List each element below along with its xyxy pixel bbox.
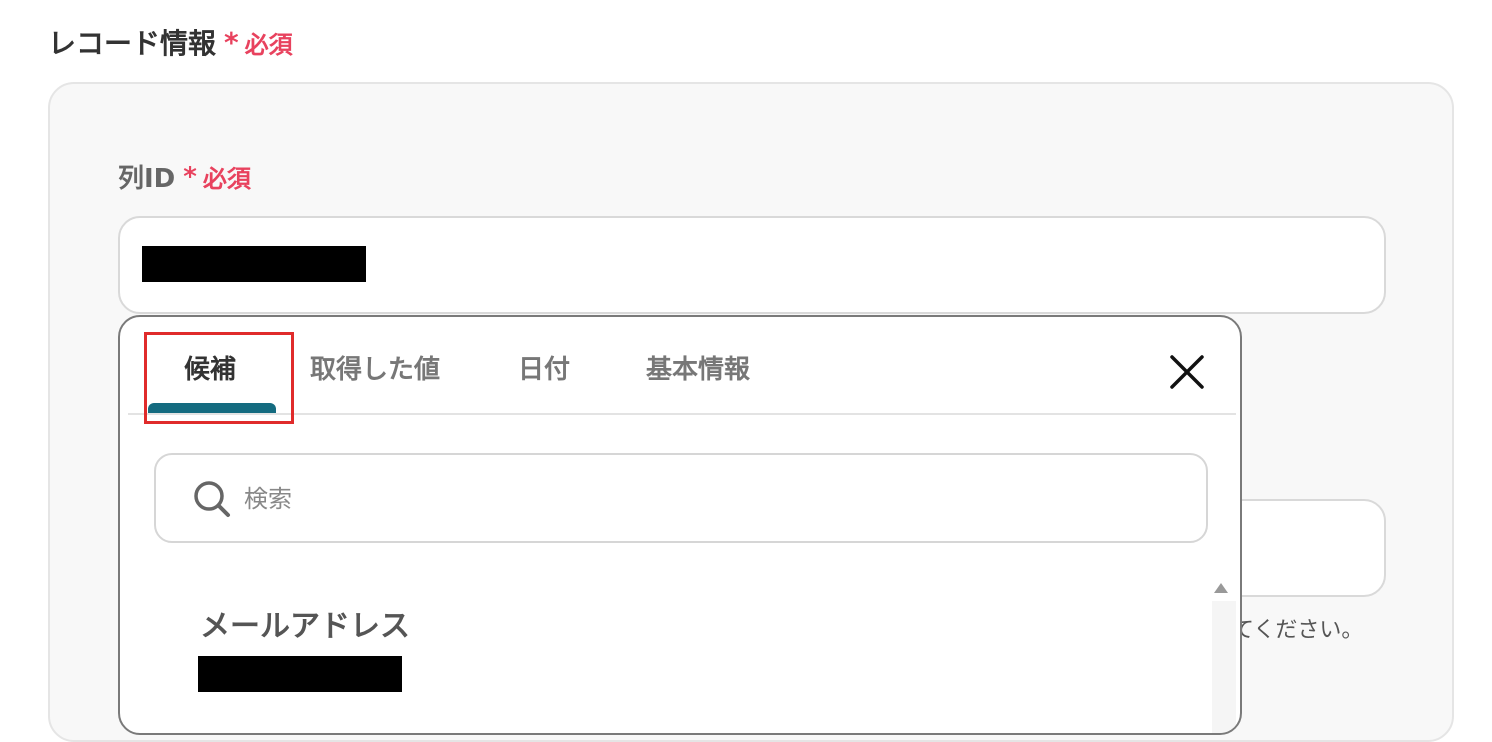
column-id-input[interactable]	[118, 216, 1386, 314]
section-title-text: レコード情報	[48, 27, 217, 60]
close-icon[interactable]	[1166, 351, 1210, 395]
suggestion-popup: 候補 取得した値 日付 基本情報 メールアドレス	[118, 315, 1242, 735]
tab-acquired-values[interactable]: 取得した値	[310, 349, 440, 386]
column-id-label-text: 列ID	[118, 164, 176, 194]
tab-date[interactable]: 日付	[518, 349, 570, 386]
highlight-annotation	[144, 332, 294, 424]
popup-tabs: 候補 取得した値 日付 基本情報	[128, 317, 1236, 424]
section-title: レコード情報 * 必須	[48, 22, 293, 62]
required-label: 必須	[202, 165, 251, 193]
redacted-value	[142, 246, 366, 282]
column-id-label: 列ID * 必須	[118, 158, 251, 195]
scroll-up-arrow-icon[interactable]	[1214, 583, 1228, 593]
redacted-value	[198, 656, 402, 692]
search-icon	[194, 481, 230, 517]
required-star: *	[183, 161, 197, 192]
scrollbar[interactable]	[1212, 601, 1236, 733]
tab-basic-info[interactable]: 基本情報	[646, 349, 750, 386]
list-item-title[interactable]: メールアドレス	[200, 601, 410, 645]
field-hint: てください。	[1232, 618, 1364, 643]
search-input[interactable]	[242, 473, 1146, 525]
required-label: 必須	[244, 30, 293, 59]
search-box	[154, 453, 1208, 543]
required-star: *	[224, 25, 239, 59]
